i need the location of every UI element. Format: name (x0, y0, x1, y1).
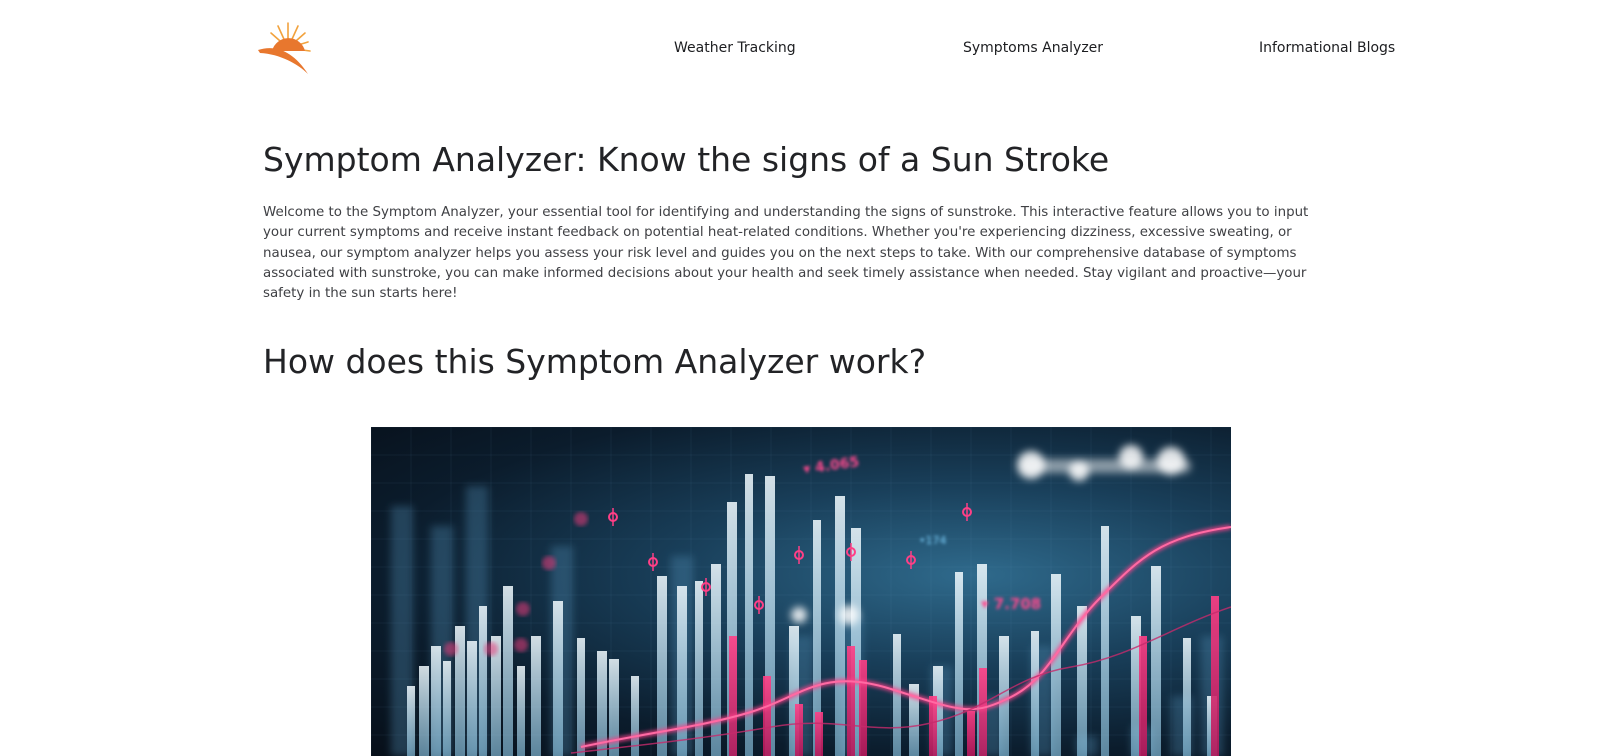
nav-weather-tracking[interactable]: Weather Tracking (674, 40, 796, 56)
blur-dot (514, 638, 528, 652)
bar-front (419, 666, 429, 756)
bar-front (467, 641, 477, 756)
bar-front (955, 572, 963, 756)
blur-dot (484, 642, 498, 656)
bar-front (711, 564, 721, 756)
bar-front (531, 636, 541, 756)
hero-bars-back (391, 486, 1223, 756)
section-heading: How does this Symptom Analyzer work? (263, 342, 927, 381)
pink-bar (979, 668, 987, 756)
blur-dot (574, 512, 588, 526)
bar-front (631, 676, 639, 756)
pink-bar (847, 646, 855, 756)
sun-logo-icon[interactable] (258, 20, 316, 76)
bar-front (553, 601, 563, 756)
bar-front (479, 606, 487, 756)
bar-front (695, 581, 703, 756)
pink-bar (1211, 596, 1219, 756)
pink-bar (763, 676, 771, 756)
intro-paragraph: Welcome to the Symptom Analyzer, your es… (263, 205, 1309, 302)
bar-front (503, 586, 513, 756)
bar-front (1077, 606, 1087, 756)
bar-front (1183, 638, 1191, 756)
bar-front (1101, 526, 1109, 756)
bar-front (577, 638, 585, 756)
bar-front (1151, 566, 1161, 756)
site-header: Weather Tracking Symptoms Analyzer Infor… (0, 0, 1600, 100)
hero-label-2: ▾ 7.708 (981, 595, 1041, 613)
hero-label-3: •174 (919, 534, 946, 547)
light-blob (839, 605, 859, 625)
light-blob (791, 607, 807, 623)
nav-informational-blogs[interactable]: Informational Blogs (1259, 40, 1395, 56)
nav-symptoms-analyzer[interactable]: Symptoms Analyzer (963, 40, 1103, 56)
pink-bar (729, 636, 737, 756)
bar-front (1051, 574, 1061, 756)
hero-chart-illustration: ▾ 4.065 ▾ 7.708 •174 (371, 427, 1231, 756)
pink-bar (1139, 636, 1147, 756)
bar-front (893, 634, 901, 756)
pink-bar (795, 704, 803, 756)
bar-front (1031, 631, 1039, 756)
pink-bar (815, 712, 823, 756)
bar-front (407, 686, 415, 756)
blur-dot (542, 556, 556, 570)
hero-image: ▾ 4.065 ▾ 7.708 •174 (371, 427, 1231, 756)
pink-bar (859, 660, 867, 756)
bar-front (431, 646, 441, 756)
bar-front (517, 666, 525, 756)
bar-front (835, 496, 845, 756)
light-bar (1021, 459, 1191, 473)
bar-front (999, 636, 1009, 756)
bar-front (443, 661, 451, 756)
blur-dot (444, 642, 458, 656)
pink-bar (967, 711, 975, 756)
blur-dot (516, 602, 530, 616)
page-title: Symptom Analyzer: Know the signs of a Su… (263, 140, 1110, 179)
hero-markers (444, 503, 972, 656)
